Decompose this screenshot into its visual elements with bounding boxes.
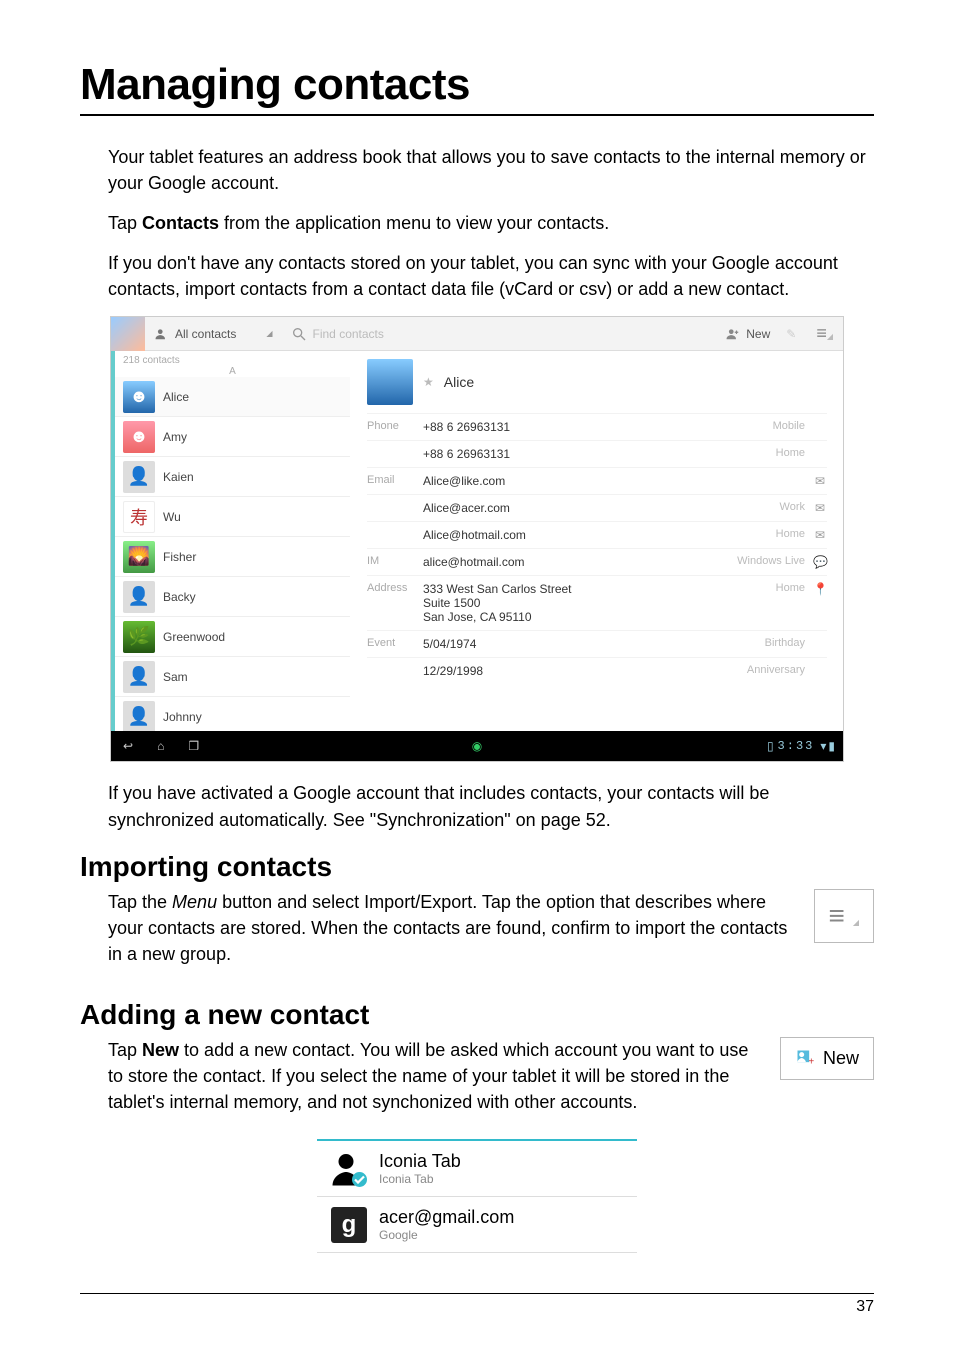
detail-field: EmailAlice@like.com ✉ xyxy=(367,467,827,494)
wifi-icon: ▾ xyxy=(820,739,828,753)
field-value: 12/29/1998 xyxy=(423,664,747,678)
chat-icon[interactable]: 💬 xyxy=(813,555,827,569)
new-contact-button[interactable]: New xyxy=(720,327,776,341)
google-icon: g xyxy=(331,1207,367,1243)
contact-detail: ★ Alice Phone+88 6 26963131Mobile+88 6 2… xyxy=(351,351,843,731)
add-contact-icon: + xyxy=(795,1048,815,1068)
post-app-text: If you have activated a Google account t… xyxy=(108,780,874,832)
new-button-callout: + New xyxy=(780,1037,874,1080)
contact-list: 218 contacts A ☻Alice ☻Amy 👤Kaien 寿Wu 🌄F… xyxy=(111,351,351,731)
field-label: IM xyxy=(367,555,423,567)
account-sub: Google xyxy=(379,1228,514,1242)
list-item[interactable]: 🌄Fisher xyxy=(115,537,350,577)
field-type: Home xyxy=(776,582,805,594)
detail-field: Event5/04/1974Birthday xyxy=(367,630,827,657)
detail-field: Phone+88 6 26963131Mobile xyxy=(367,413,827,440)
menu-icon-callout: ≡◢ xyxy=(814,889,875,943)
page-number: 37 xyxy=(80,1293,874,1316)
record-icon: ◉ xyxy=(472,739,482,753)
detail-field: Alice@acer.comWork ✉ xyxy=(367,494,827,521)
list-item[interactable]: ☻Amy xyxy=(115,417,350,457)
account-picker-screenshot: Iconia Tab Iconia Tab g acer@gmail.com G… xyxy=(317,1139,637,1253)
mail-icon[interactable]: ✉ xyxy=(813,501,827,515)
field-type: Home xyxy=(776,528,805,540)
field-value: +88 6 26963131 xyxy=(423,447,776,461)
field-value: 5/04/1974 xyxy=(423,637,765,651)
field-type: Mobile xyxy=(773,420,805,432)
field-label: Phone xyxy=(367,420,423,432)
field-type: Windows Live xyxy=(737,555,805,567)
mail-icon[interactable]: ✉ xyxy=(813,474,827,488)
person-icon xyxy=(331,1151,367,1187)
list-item[interactable]: 👤Sam xyxy=(115,657,350,697)
new-label: New xyxy=(823,1048,859,1069)
contact-count: 218 contacts xyxy=(115,351,350,366)
mail-icon[interactable]: ✉ xyxy=(813,528,827,542)
back-icon[interactable]: ↩ xyxy=(111,739,145,753)
people-icon xyxy=(155,327,169,341)
intro-2: Tap Contacts from the application menu t… xyxy=(108,210,874,236)
app-avatar-thumb xyxy=(111,317,145,351)
field-value: Alice@like.com xyxy=(423,474,805,488)
contact-avatar xyxy=(367,359,413,405)
page-title: Managing contacts xyxy=(80,60,874,116)
svg-text:+: + xyxy=(808,1057,814,1068)
status-icon: ▯ xyxy=(767,739,778,753)
detail-field: Alice@hotmail.comHome ✉ xyxy=(367,521,827,548)
list-item[interactable]: 👤Backy xyxy=(115,577,350,617)
add-contact-icon xyxy=(726,327,740,341)
system-navbar: ↩ ⌂ ❐ ◉ ▯ 3:33 ▾ ▮ xyxy=(111,731,843,761)
search-input[interactable]: Find contacts xyxy=(313,327,384,341)
field-value: Alice@acer.com xyxy=(423,501,780,515)
clock: 3:33 xyxy=(778,739,821,753)
adding-heading: Adding a new contact xyxy=(80,999,874,1031)
section-header: A xyxy=(115,366,350,377)
field-value: Alice@hotmail.com xyxy=(423,528,776,542)
field-value: 333 West San Carlos StreetSuite 1500San … xyxy=(423,582,776,624)
account-title: acer@gmail.com xyxy=(379,1207,514,1228)
importing-heading: Importing contacts xyxy=(80,851,874,883)
home-icon[interactable]: ⌂ xyxy=(145,739,176,753)
detail-field: +88 6 26963131Home xyxy=(367,440,827,467)
detail-field: 12/29/1998Anniversary xyxy=(367,657,827,684)
account-title: Iconia Tab xyxy=(379,1151,461,1172)
recent-icon[interactable]: ❐ xyxy=(176,739,211,753)
field-value: alice@hotmail.com xyxy=(423,555,737,569)
account-google[interactable]: g acer@gmail.com Google xyxy=(317,1197,637,1253)
list-item[interactable]: ☻Alice xyxy=(115,377,350,417)
importing-body: Tap the Menu button and select Import/Ex… xyxy=(108,889,874,967)
field-type: Birthday xyxy=(765,637,805,649)
field-type: Home xyxy=(776,447,805,459)
pin-icon[interactable]: 📍 xyxy=(813,582,827,596)
search-icon[interactable] xyxy=(291,326,307,342)
battery-icon: ▮ xyxy=(828,739,843,753)
field-type: Work xyxy=(780,501,805,513)
list-item[interactable]: 👤Johnny xyxy=(115,697,350,731)
account-sub: Iconia Tab xyxy=(379,1172,461,1186)
list-item[interactable]: 🌿Greenwood xyxy=(115,617,350,657)
detail-field: Address333 West San Carlos StreetSuite 1… xyxy=(367,575,827,630)
field-type: Anniversary xyxy=(747,664,805,676)
adding-body: Tap New to add a new contact. You will b… xyxy=(108,1037,874,1115)
all-contacts-dropdown[interactable]: All contacts ◢ xyxy=(145,327,283,341)
edit-icon[interactable]: ✎ xyxy=(776,327,806,341)
menu-icon[interactable]: ≡◢ xyxy=(806,323,843,344)
field-label: Address xyxy=(367,582,423,594)
list-item[interactable]: 寿Wu xyxy=(115,497,350,537)
detail-field: IMalice@hotmail.comWindows Live 💬 xyxy=(367,548,827,575)
account-local[interactable]: Iconia Tab Iconia Tab xyxy=(317,1141,637,1197)
intro-1: Your tablet features an address book tha… xyxy=(108,144,874,196)
field-label: Email xyxy=(367,474,423,486)
field-value: +88 6 26963131 xyxy=(423,420,773,434)
star-icon[interactable]: ★ xyxy=(423,375,434,389)
intro-3: If you don't have any contacts stored on… xyxy=(108,250,874,302)
contact-name: Alice xyxy=(444,374,474,390)
list-item[interactable]: 👤Kaien xyxy=(115,457,350,497)
contacts-app-screenshot: All contacts ◢ Find contacts New ✎ ≡◢ 21… xyxy=(110,316,844,762)
field-label: Event xyxy=(367,637,423,649)
